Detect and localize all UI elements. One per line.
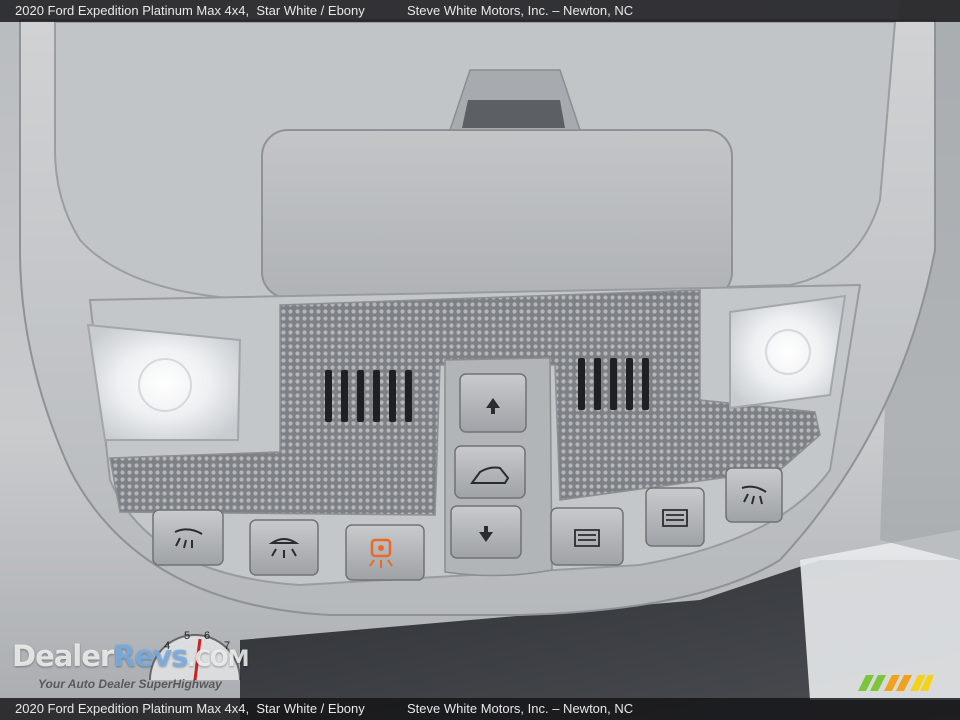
- caption-bar-bottom: 2020 Ford Expedition Platinum Max 4x4, S…: [0, 698, 960, 720]
- sos-assist-button[interactable]: [345, 524, 425, 581]
- map-light-right-button[interactable]: [725, 467, 783, 523]
- dealerrevs-tagline: Your Auto Dealer SuperHighway: [38, 677, 222, 691]
- vehicle-caption: 2020 Ford Expedition Platinum Max 4x4, S…: [15, 698, 365, 720]
- vehicle-colors: Star White / Ebony: [256, 701, 365, 716]
- vehicle-colors: Star White / Ebony: [256, 3, 365, 18]
- dealerrevs-logo: DealerRevs.COM: [12, 639, 250, 673]
- garage-door-1-button[interactable]: [550, 507, 624, 566]
- map-light-left-button[interactable]: [152, 509, 224, 566]
- caption-bar-top: 2020 Ford Expedition Platinum Max 4x4, S…: [0, 0, 960, 22]
- sunroof-close-button[interactable]: [450, 505, 522, 559]
- sunroof-tilt-button[interactable]: [454, 445, 526, 499]
- vehicle-name: 2020 Ford Expedition Platinum Max 4x4,: [15, 701, 250, 716]
- dealerrevs-watermark: 4 5 6 7 DealerRevs.COM Your Auto Dealer …: [12, 625, 272, 697]
- dome-light-button[interactable]: [249, 519, 319, 576]
- mm-dealer-logo: [858, 675, 934, 691]
- vehicle-caption: 2020 Ford Expedition Platinum Max 4x4, S…: [15, 0, 365, 22]
- dealer-caption: Steve White Motors, Inc. – Newton, NC: [407, 3, 634, 18]
- vehicle-name: 2020 Ford Expedition Platinum Max 4x4,: [15, 3, 250, 18]
- garage-door-2-button[interactable]: [645, 487, 705, 547]
- dealer-caption: Steve White Motors, Inc. – Newton, NC: [407, 701, 634, 716]
- sunroof-open-button[interactable]: [459, 373, 527, 433]
